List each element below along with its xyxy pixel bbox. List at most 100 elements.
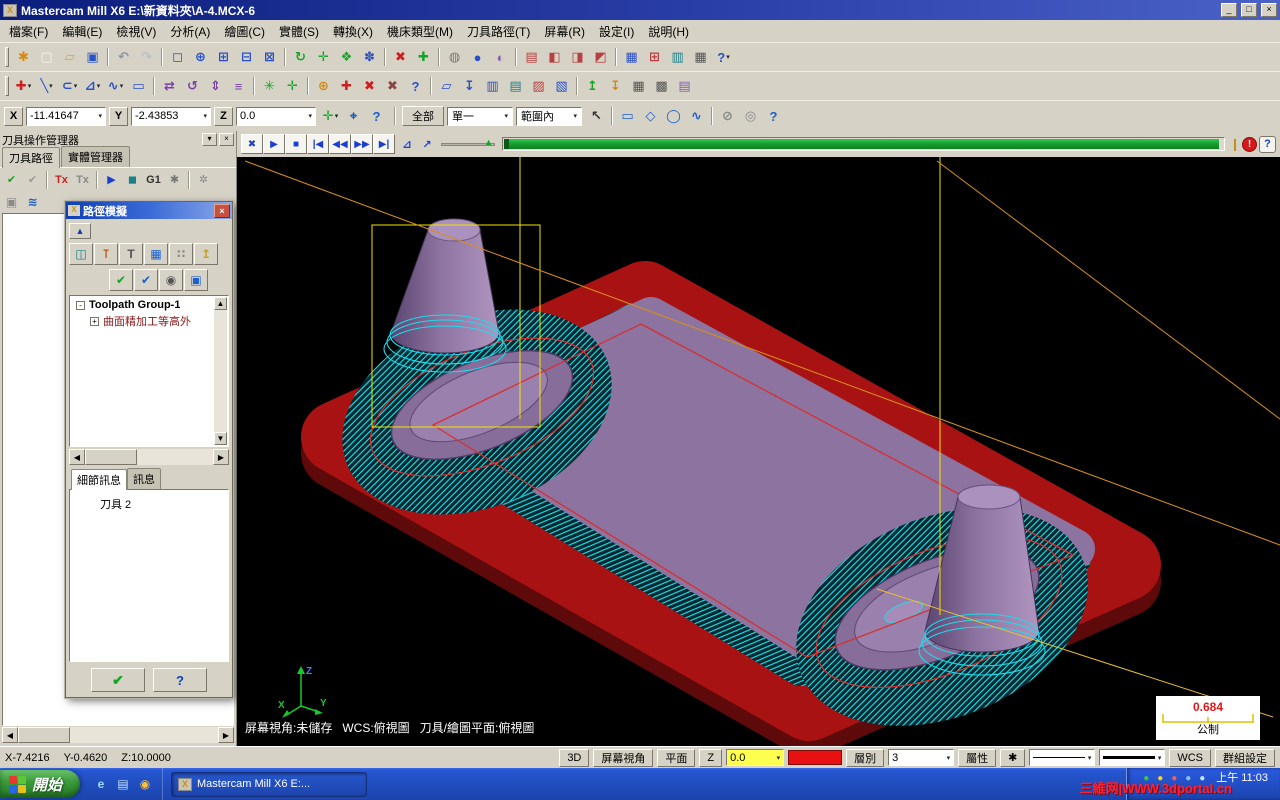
scroll-track[interactable] bbox=[137, 449, 213, 465]
ram-saver-icon[interactable]: ▥ bbox=[666, 46, 689, 68]
selection-help-icon[interactable]: ? bbox=[762, 105, 785, 127]
slider-handle-icon[interactable]: ▲ bbox=[484, 137, 493, 147]
planes-icon[interactable]: ▦ bbox=[620, 46, 643, 68]
gview-side-icon[interactable]: ◨ bbox=[566, 46, 589, 68]
line-width-combo[interactable]: ▾ bbox=[1099, 749, 1166, 766]
line-style-combo[interactable]: ▾ bbox=[1029, 749, 1096, 766]
material-display-icon[interactable]: ◐ bbox=[489, 46, 512, 68]
scroll-track[interactable] bbox=[214, 310, 227, 432]
scroll-right-icon[interactable]: ▶ bbox=[213, 449, 229, 465]
tab-toolpaths[interactable]: 刀具路徑 bbox=[2, 147, 60, 168]
trace-mode-icon[interactable]: ⊿ bbox=[397, 134, 417, 154]
dialog-close-button[interactable]: × bbox=[214, 203, 230, 218]
save-geometry-icon[interactable]: ▣ bbox=[184, 269, 208, 291]
close-button[interactable]: × bbox=[1261, 3, 1277, 17]
dropdown-caret-icon[interactable]: ▾ bbox=[573, 112, 577, 120]
tab-solids[interactable]: 實體管理器 bbox=[61, 146, 130, 167]
lock-panel-icon[interactable]: ▣ bbox=[1, 192, 22, 212]
select-verify-icon[interactable]: ◎ bbox=[739, 105, 762, 127]
gview-button[interactable]: 屏幕視角 bbox=[593, 748, 654, 767]
menu-item[interactable]: 說明(H) bbox=[641, 20, 696, 43]
go-start-icon[interactable]: |◀ bbox=[307, 134, 329, 154]
backplot-progress-bar[interactable] bbox=[502, 137, 1225, 151]
analyze-help-icon[interactable]: ? bbox=[404, 75, 427, 97]
z-axis-button[interactable]: Z bbox=[214, 106, 233, 126]
toolpath-display-toggle-icon[interactable]: Tx bbox=[72, 170, 93, 190]
toolpath-pocket-icon[interactable]: ▥ bbox=[481, 75, 504, 97]
point-style-button[interactable]: ✱ bbox=[1000, 748, 1026, 767]
select-all-button[interactable]: 全部 bbox=[402, 106, 444, 126]
dynamic-rotate-icon[interactable]: ↻ bbox=[289, 46, 312, 68]
fluid-display-icon[interactable]: ≋ bbox=[22, 192, 43, 212]
wireframe-display-icon[interactable]: ◍ bbox=[443, 46, 466, 68]
verify-selected-icon[interactable]: ◼ bbox=[122, 170, 143, 190]
control-def-icon[interactable]: ▩ bbox=[650, 75, 673, 97]
dropdown-caret-icon[interactable]: ▾ bbox=[1158, 754, 1162, 762]
menu-item[interactable]: 分析(A) bbox=[163, 20, 217, 43]
scroll-thumb[interactable] bbox=[85, 449, 137, 465]
media-player-icon[interactable]: ◉ bbox=[136, 775, 154, 793]
sim-colors-icon[interactable]: ◫ bbox=[69, 243, 93, 265]
shaded-display-icon[interactable]: ● bbox=[466, 46, 489, 68]
select-all-operations-icon[interactable]: ✔ bbox=[1, 170, 22, 190]
y-dropdown-caret-icon[interactable]: ▾ bbox=[203, 112, 207, 120]
create-spline-icon[interactable]: ∿ ▾ bbox=[104, 75, 127, 97]
x-coordinate-field[interactable]: -11.41647 ▾ bbox=[26, 106, 106, 126]
post-selected-icon[interactable]: G1 bbox=[143, 170, 164, 190]
create-rectangle-icon[interactable]: ▭ bbox=[127, 75, 150, 97]
grid-settings-icon[interactable]: ⊞ bbox=[643, 46, 666, 68]
break-icon[interactable]: ✚ bbox=[335, 75, 358, 97]
save-file-icon[interactable]: ▣ bbox=[81, 46, 104, 68]
scroll-left-icon[interactable]: ◀ bbox=[69, 449, 85, 465]
z-coordinate-field[interactable]: 0.0 ▾ bbox=[236, 106, 316, 126]
color-swatch-button[interactable] bbox=[788, 750, 843, 765]
material-list-icon[interactable]: ▤ bbox=[673, 75, 696, 97]
gview-top-icon[interactable]: ▤ bbox=[520, 46, 543, 68]
select-vector-icon[interactable]: ∿ bbox=[685, 105, 708, 127]
panel-horizontal-scrollbar[interactable]: ◀ ▶ bbox=[2, 727, 234, 743]
details-toggle-icon[interactable]: ✔ bbox=[109, 269, 133, 291]
toolpath-drill-icon[interactable]: ↧ bbox=[458, 75, 481, 97]
xform-translate-icon[interactable]: ⇄ bbox=[158, 75, 181, 97]
undelete-icon[interactable]: ✚ bbox=[412, 46, 435, 68]
new-file-icon[interactable]: ▢ bbox=[35, 46, 58, 68]
dropdown-caret-icon[interactable]: ▾ bbox=[1088, 754, 1092, 762]
xform-offset-icon[interactable]: ≡ bbox=[227, 75, 250, 97]
toolpath-lock-icon[interactable]: Tx bbox=[51, 170, 72, 190]
dialog-title-bar[interactable]: X 路徑模擬 × bbox=[66, 202, 232, 219]
expand-node-icon[interactable]: + bbox=[90, 316, 99, 326]
graphics-viewport[interactable]: Z X Y 屏幕視角:未儲存 WCS:俯視圖 刀具/繪圖平面:俯視圖 0.684 bbox=[237, 157, 1280, 746]
autocursor-icon[interactable]: ✛ ▾ bbox=[319, 105, 342, 127]
scroll-left-icon[interactable]: ◀ bbox=[2, 727, 18, 743]
z-depth-button[interactable]: Z bbox=[699, 748, 723, 767]
toolbar-drag-handle[interactable] bbox=[5, 76, 9, 96]
minimize-button[interactable]: _ bbox=[1221, 3, 1237, 17]
tab-details[interactable]: 細節訊息 bbox=[71, 469, 127, 490]
playback-speed-slider[interactable]: ▲ bbox=[441, 137, 495, 150]
xform-rotate-icon[interactable]: ↺ bbox=[181, 75, 204, 97]
unzoom-icon[interactable]: ⊟ bbox=[235, 46, 258, 68]
ie-icon[interactable]: e bbox=[92, 775, 110, 793]
pan-icon[interactable]: ✛ bbox=[312, 46, 335, 68]
menu-item[interactable]: 繪圖(C) bbox=[217, 20, 272, 43]
restart-icon[interactable]: ↥ bbox=[194, 243, 218, 265]
create-point-icon[interactable]: ✚ ▾ bbox=[12, 75, 35, 97]
tree-vertical-scrollbar[interactable]: ▲ ▼ bbox=[214, 297, 227, 445]
delete-icon[interactable]: ✖ bbox=[358, 75, 381, 97]
gview-front-icon[interactable]: ◧ bbox=[543, 46, 566, 68]
x-dropdown-caret-icon[interactable]: ▾ bbox=[98, 112, 102, 120]
scroll-track[interactable] bbox=[70, 727, 218, 743]
y-axis-button[interactable]: Y bbox=[109, 106, 128, 126]
create-arc-icon[interactable]: ⊂ ▾ bbox=[58, 75, 81, 97]
fastpoint-icon[interactable]: ⌖ bbox=[342, 105, 365, 127]
y-coordinate-field[interactable]: -2.43853 ▾ bbox=[131, 106, 211, 126]
layer-button[interactable]: 層別 bbox=[846, 748, 885, 767]
panel-menu-button[interactable]: ▾ bbox=[202, 133, 217, 146]
menu-item[interactable]: 檢視(V) bbox=[109, 20, 163, 43]
delete-entity-icon[interactable]: ✖ bbox=[389, 46, 412, 68]
show-desktop-icon[interactable]: ▤ bbox=[114, 775, 132, 793]
gview-iso-icon[interactable]: ◩ bbox=[589, 46, 612, 68]
tree-item-group[interactable]: - Toolpath Group-1 bbox=[72, 298, 214, 312]
analyze-config-icon[interactable]: ✱ bbox=[12, 46, 35, 68]
menu-item[interactable]: 刀具路徑(T) bbox=[460, 20, 537, 43]
